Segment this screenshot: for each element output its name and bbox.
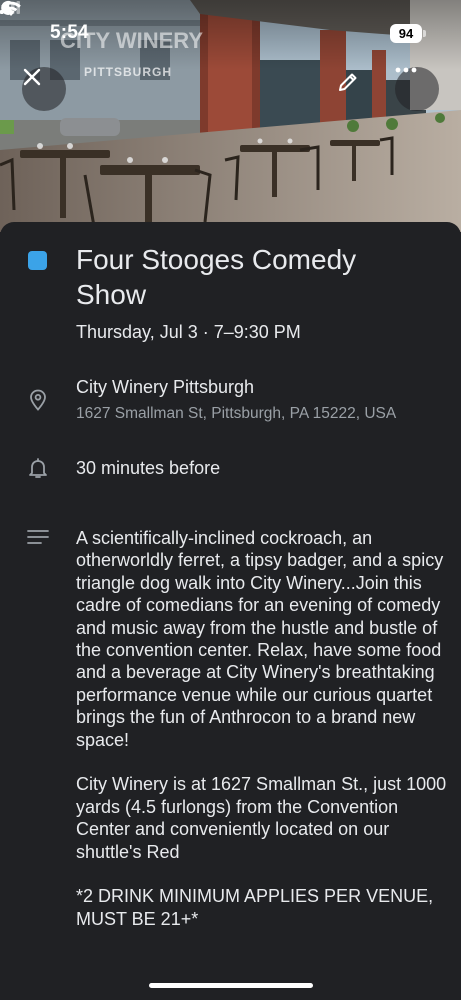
battery-tip: [423, 30, 426, 37]
description-paragraph: City Winery is at 1627 Smallman St., jus…: [76, 774, 447, 862]
edit-button[interactable]: [336, 70, 374, 108]
event-title: Four Stooges Comedy Show: [76, 244, 357, 310]
description-paragraph: A scientifically-inclined cockroach, an …: [76, 528, 444, 750]
event-details-sheet: Four Stooges Comedy Show Thursday, Jul 3…: [0, 222, 461, 1000]
notes-icon: [27, 530, 49, 544]
location-address[interactable]: 1627 Smallman St, Pittsburgh, PA 15222, …: [76, 405, 396, 423]
location-pin-icon: [30, 389, 46, 411]
close-icon: [23, 68, 41, 86]
description-paragraph: *2 DRINK MINIMUM APPLIES PER VENUE, MUST…: [76, 886, 434, 929]
more-options-button[interactable]: [395, 67, 439, 111]
event-details-screen: CITY WINERY PITTSBURGH 5:54 94 Four Stoo…: [0, 0, 461, 1000]
sign-pittsburgh: PITTSBURGH: [84, 65, 172, 79]
bell-icon: [29, 458, 47, 478]
battery-indicator: 94: [390, 24, 422, 43]
location-name[interactable]: City Winery Pittsburgh: [76, 377, 254, 398]
pencil-icon: [339, 73, 357, 91]
home-indicator[interactable]: [149, 983, 313, 988]
calendar-color-chip: [28, 251, 47, 270]
wifi-icon: [1, 1, 21, 16]
event-description: A scientifically-inclined cockroach, an …: [76, 527, 448, 953]
event-datetime: Thursday, Jul 3 · 7–9:30 PM: [76, 322, 301, 342]
close-button[interactable]: [22, 67, 66, 111]
event-hero-image: CITY WINERY PITTSBURGH 5:54 94: [0, 0, 461, 232]
status-time: 5:54: [50, 22, 89, 43]
reminder-text: 30 minutes before: [76, 458, 221, 478]
more-horizontal-icon: [395, 67, 417, 73]
